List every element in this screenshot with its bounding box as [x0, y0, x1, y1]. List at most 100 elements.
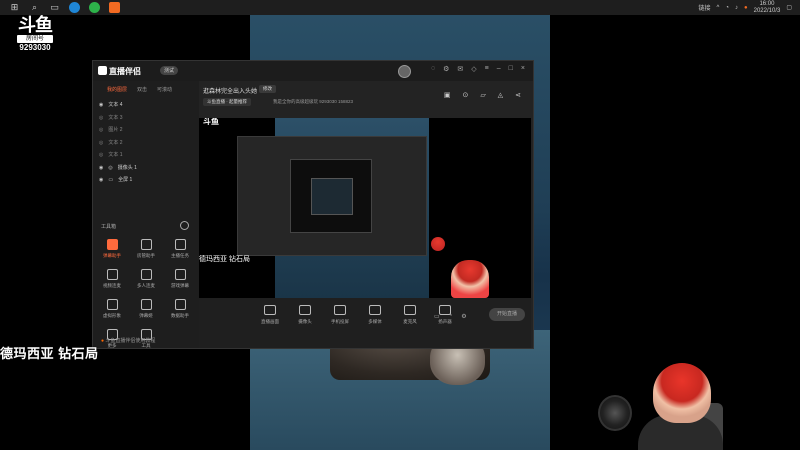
tab-my-layers[interactable]: 我的图层	[107, 86, 127, 93]
tool-multi-link[interactable]: 多人连麦	[129, 269, 163, 291]
windows-icon[interactable]: ⊞	[9, 2, 20, 13]
minimize-icon[interactable]: –	[497, 65, 501, 73]
room-number: 9293030	[19, 43, 51, 52]
eye-icon[interactable]: ◉	[99, 174, 103, 187]
edit-icon[interactable]: ▱	[480, 91, 485, 99]
eye-off-icon[interactable]: ◎	[99, 137, 103, 150]
network-icon[interactable]: ◔	[725, 5, 729, 11]
tool-virtual-avatar[interactable]: 虚拟形象	[95, 299, 129, 321]
layer-item[interactable]: ◎ 文本 1	[93, 149, 199, 162]
microphone-figure	[598, 395, 632, 431]
start-live-button[interactable]: 开始直播	[489, 308, 525, 321]
help-link[interactable]: ● 斗鱼直播伴侣使用教程	[101, 337, 155, 344]
monitor-icon: ▭	[108, 177, 114, 183]
task-icon	[174, 239, 186, 250]
settings-icon[interactable]: ⚙	[443, 65, 449, 73]
layer-item[interactable]: ◉ ▭ 全屏 1	[93, 174, 199, 187]
headset-icon[interactable]: ◌	[431, 65, 435, 73]
wechat-icon[interactable]	[89, 2, 100, 13]
tool-host-task[interactable]: 主播任务	[163, 239, 197, 261]
multi-user-icon	[140, 269, 152, 280]
eye-off-icon[interactable]: ◎	[99, 112, 103, 125]
close-icon[interactable]: ×	[521, 65, 525, 73]
stream-title: 逛森林完全出入头她	[203, 89, 258, 95]
search-icon[interactable]: ⌕	[29, 2, 40, 13]
clock[interactable]: 16:00 2022/10/3	[754, 1, 781, 15]
room-label: 房间号	[17, 35, 53, 43]
webcam-overlay	[598, 355, 723, 450]
microphone-button[interactable]: 麦克风	[399, 305, 421, 325]
user-icon	[140, 239, 152, 250]
layer-label: 文本 2	[108, 139, 123, 146]
tab-scroll[interactable]: 可滚动	[157, 86, 172, 93]
tab-double[interactable]: 双击	[137, 86, 147, 93]
tool-danmu-assistant[interactable]: 弹幕助手	[95, 239, 129, 261]
timer-icon[interactable]: ◔	[449, 313, 453, 320]
layer-label: 图片 2	[108, 127, 123, 133]
tool-danmu-ji[interactable]: 弹幕姬	[129, 299, 163, 321]
edit-title-button[interactable]: 修改	[259, 85, 276, 93]
chevron-up-icon[interactable]: ^	[717, 5, 720, 11]
layer-item[interactable]: ◉ 文本 4	[93, 99, 199, 112]
info-icon: ●	[101, 338, 105, 344]
eye-off-icon[interactable]: ◎	[99, 149, 103, 162]
live-app-icon[interactable]	[109, 2, 120, 13]
gift-icon[interactable]: ▣	[444, 91, 451, 99]
douyu-logo-text: 斗鱼	[18, 15, 53, 35]
video-link-icon	[106, 269, 118, 280]
tv-icon	[140, 299, 152, 310]
live-preview[interactable]: 斗鱼	[199, 118, 531, 298]
tools-grid: 弹幕助手 房管助手 主播任务 视频连麦 多人连麦 游戏弹幕 虚拟形象 弹幕姬 数…	[95, 239, 199, 351]
avatar-tool-icon	[106, 299, 118, 310]
record-icon[interactable]: ▭	[434, 313, 440, 320]
bell-icon[interactable]: ◬	[498, 91, 503, 99]
layer-item[interactable]: ◎ 文本 2	[93, 137, 199, 150]
category-selector[interactable]: 斗鱼直播 · 起量推荐	[203, 98, 251, 106]
phone-cast-button[interactable]: 手机投屏	[329, 305, 351, 325]
tool-video-link[interactable]: 视频连麦	[95, 269, 129, 291]
microphone-icon	[404, 305, 416, 315]
sidebar-tabs: 我的图层 双击 可滚动	[93, 81, 199, 93]
layer-item[interactable]: ◎ 文本 3	[93, 112, 199, 125]
layer-item[interactable]: ◎ 图片 2	[93, 124, 199, 137]
app-tray-icon[interactable]: ●	[744, 5, 748, 11]
lock-icon[interactable]: ⊙	[462, 91, 468, 99]
clock-time: 16:00	[759, 0, 775, 7]
tray-link-text[interactable]: 链接	[699, 3, 711, 12]
app-logo-icon	[98, 66, 107, 75]
eye-icon[interactable]: ◉	[99, 99, 103, 112]
taskview-icon[interactable]: ▭	[49, 2, 60, 13]
tool-label: 多人连麦	[137, 283, 155, 288]
tools-settings-icon[interactable]	[180, 221, 189, 230]
preview-inner-window	[311, 178, 353, 215]
notification-icon[interactable]: ▢	[786, 4, 792, 11]
system-tray: 链接 ^ ◔ ♪ ● 16:00 2022/10/3 ▢	[699, 0, 792, 15]
tool-room-manager[interactable]: 房管助手	[129, 239, 163, 261]
bb-label: 直播画面	[261, 319, 279, 324]
douyu-logo: 斗鱼 房间号 9293030	[14, 15, 56, 57]
tool-label: 数据助手	[171, 313, 189, 318]
tool-label: 房管助手	[137, 253, 155, 258]
mail-icon[interactable]: ✉	[457, 65, 463, 73]
danmu-icon	[106, 239, 118, 250]
media-button[interactable]: 多媒体	[364, 305, 386, 325]
list-icon[interactable]: ≡	[485, 65, 489, 73]
tool-data-assistant[interactable]: 数据助手	[163, 299, 197, 321]
source-toolbar: 直播画面 摄像头 手机投屏 多媒体 麦克风 扬声器 ▭ ◔ ⚙ 开始直播	[199, 298, 531, 348]
screen-icon	[264, 305, 276, 315]
add-screen-button[interactable]: 直播画面	[259, 305, 281, 325]
eye-icon[interactable]: ◉	[99, 162, 103, 175]
maximize-icon[interactable]: □	[509, 65, 513, 73]
edge-icon[interactable]	[69, 2, 80, 13]
layer-item[interactable]: ◉ ◎ 摄像头 1	[93, 162, 199, 175]
shirt-icon[interactable]: ◇	[471, 65, 476, 73]
tool-game-danmu[interactable]: 游戏弹幕	[163, 269, 197, 291]
camera-icon	[299, 305, 311, 315]
share-icon[interactable]: ⋖	[515, 91, 521, 99]
eye-off-icon[interactable]: ◎	[99, 124, 103, 137]
settings-gear-icon[interactable]: ⚙	[461, 313, 466, 320]
add-camera-button[interactable]: 摄像头	[294, 305, 316, 325]
beta-badge[interactable]: 测试	[160, 66, 179, 75]
volume-icon[interactable]: ♪	[735, 5, 738, 11]
avatar[interactable]	[398, 65, 411, 78]
